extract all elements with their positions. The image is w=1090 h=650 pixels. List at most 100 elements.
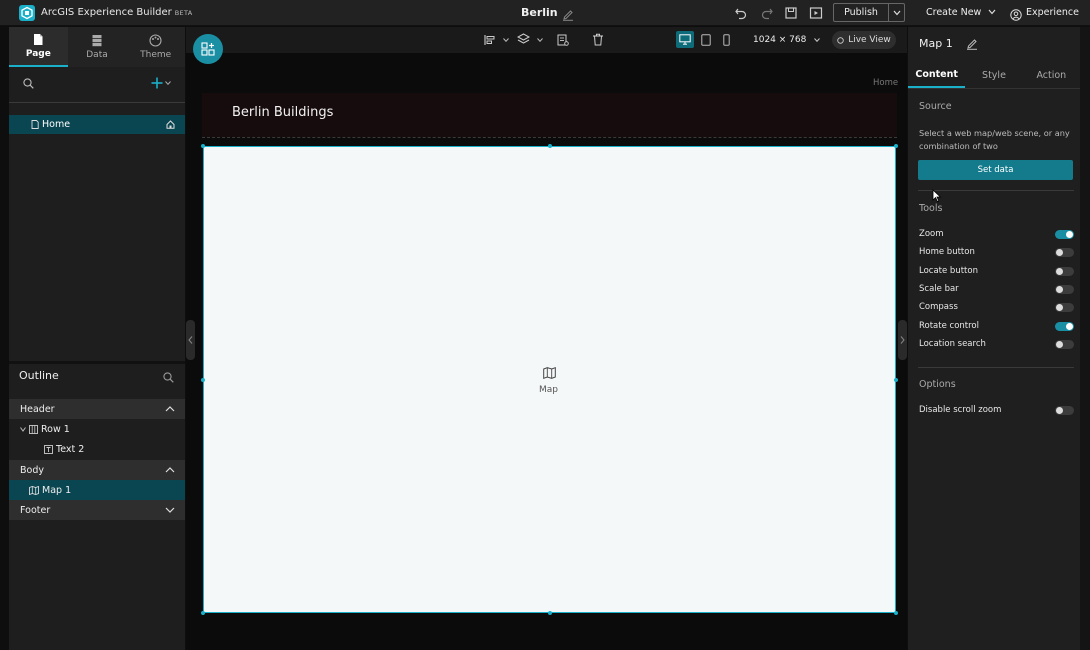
disable-scroll-zoom-toggle[interactable] <box>1055 405 1074 415</box>
outline-section-body[interactable]: Body <box>9 460 185 480</box>
tool-label: Scale bar <box>919 284 959 294</box>
chevron-down-icon[interactable] <box>503 38 509 42</box>
widget-title: Map 1 <box>919 37 953 50</box>
resize-handle[interactable] <box>201 611 205 615</box>
data-icon <box>92 35 102 47</box>
undo-icon[interactable] <box>734 5 748 20</box>
tool-compass: Compass <box>919 300 1074 314</box>
publish-label[interactable]: Publish <box>834 4 889 21</box>
rotate-control-toggle[interactable] <box>1055 321 1074 331</box>
chevron-down-icon[interactable] <box>537 38 543 42</box>
phone-icon[interactable] <box>723 34 730 46</box>
search-icon[interactable] <box>163 372 174 383</box>
scrollbar[interactable] <box>1080 27 1090 650</box>
compass-toggle[interactable] <box>1055 302 1074 312</box>
tab-theme[interactable]: Theme <box>126 27 185 67</box>
scale-bar-toggle[interactable] <box>1055 284 1074 294</box>
set-data-button[interactable]: Set data <box>918 160 1073 180</box>
experience-menu[interactable]: Experience <box>1026 7 1079 18</box>
tool-label: Compass <box>919 302 958 312</box>
tool-location-search: Location search <box>919 337 1074 351</box>
tool-locate-button: Locate button <box>919 264 1074 278</box>
edit-label-icon[interactable] <box>966 38 978 50</box>
live-view-icon <box>837 36 844 44</box>
page-search-row <box>9 67 185 103</box>
resolution-select[interactable]: 1024 × 768 <box>753 35 821 45</box>
panel-divider[interactable] <box>9 361 185 364</box>
live-view-toggle[interactable]: Live View <box>832 31 896 49</box>
resize-handle[interactable] <box>201 378 205 382</box>
chevron-down-icon[interactable] <box>165 81 171 85</box>
tab-data[interactable]: Data <box>68 27 127 67</box>
layers-icon[interactable] <box>517 33 530 46</box>
delete-icon[interactable] <box>592 33 604 46</box>
resize-handle[interactable] <box>548 611 552 615</box>
edit-name-icon[interactable] <box>562 6 574 21</box>
page-icon <box>31 120 39 129</box>
add-page-icon[interactable] <box>151 77 163 89</box>
chevron-up-icon[interactable] <box>165 404 175 414</box>
project-name[interactable]: Berlin <box>521 6 558 19</box>
option-disable-scroll-zoom: Disable scroll zoom <box>919 403 1074 417</box>
publish-button[interactable]: Publish <box>833 3 905 22</box>
header-title-text[interactable]: Berlin Buildings <box>232 105 333 120</box>
page-item-home[interactable]: Home <box>9 115 185 134</box>
app-title: ArcGIS Experience Builder BETA <box>41 7 193 18</box>
tablet-icon[interactable] <box>701 34 711 46</box>
page-item-label: Home <box>42 119 71 130</box>
map-icon <box>29 485 39 495</box>
chevron-right-icon <box>900 336 905 344</box>
tab-page[interactable]: Page <box>9 27 68 67</box>
left-panel: Page Data Theme Home Outline Header Row … <box>9 27 185 650</box>
tab-action[interactable]: Action <box>1023 62 1080 88</box>
chevron-down-icon[interactable] <box>20 426 26 432</box>
create-new-menu[interactable]: Create New <box>926 7 996 18</box>
text-icon <box>44 444 53 454</box>
home-button-toggle[interactable] <box>1055 247 1074 257</box>
preview-icon[interactable] <box>809 5 823 19</box>
collapse-right-panel-button[interactable] <box>898 320 907 360</box>
zoom-toggle[interactable] <box>1055 229 1074 239</box>
chevron-down-icon[interactable] <box>165 505 175 515</box>
tab-style[interactable]: Style <box>965 62 1022 88</box>
collapse-left-panel-button[interactable] <box>186 320 195 360</box>
publish-options-chevron-icon[interactable] <box>889 4 904 21</box>
source-description: Select a web map/web scene, or any combi… <box>919 128 1070 151</box>
tool-zoom: Zoom <box>919 227 1074 241</box>
map-widget[interactable] <box>203 146 896 613</box>
live-view-label: Live View <box>848 35 891 45</box>
resize-handle[interactable] <box>201 144 205 148</box>
resize-handle[interactable] <box>894 611 898 615</box>
chevron-down-icon <box>988 9 996 15</box>
options-section-title: Options <box>919 379 956 390</box>
resize-handle[interactable] <box>894 144 898 148</box>
search-icon[interactable] <box>23 78 34 89</box>
top-bar: ArcGIS Experience Builder BETA Berlin Pub… <box>0 0 1090 26</box>
mouse-cursor-icon <box>932 189 942 203</box>
save-icon[interactable] <box>784 5 798 19</box>
location-search-toggle[interactable] <box>1055 339 1074 349</box>
outline-section-footer[interactable]: Footer <box>9 500 185 520</box>
beta-label: BETA <box>174 9 193 17</box>
insert-widget-button[interactable] <box>193 34 223 64</box>
resize-handle[interactable] <box>894 378 898 382</box>
theme-icon <box>149 34 162 47</box>
section-divider <box>918 367 1074 368</box>
page-icon <box>34 34 43 45</box>
outline-section-header[interactable]: Header <box>9 399 185 419</box>
align-icon[interactable] <box>484 34 496 46</box>
outline-row-1[interactable]: Row 1 <box>9 419 185 439</box>
chevron-up-icon[interactable] <box>165 465 175 475</box>
outline-text-2[interactable]: Text 2 <box>9 439 185 459</box>
redo-icon[interactable] <box>760 5 774 20</box>
page-breadcrumb: Home <box>873 78 899 88</box>
experience-builder-logo-icon <box>19 5 35 21</box>
tab-content[interactable]: Content <box>908 62 966 88</box>
outline-map-1[interactable]: Map 1 <box>9 480 185 500</box>
widget-settings-icon[interactable] <box>557 34 569 46</box>
outline-header-label: Header <box>20 403 55 415</box>
tab-theme-label: Theme <box>140 50 172 60</box>
locate-button-toggle[interactable] <box>1055 266 1074 276</box>
desktop-device-button[interactable] <box>676 31 694 48</box>
resize-handle[interactable] <box>548 144 552 148</box>
